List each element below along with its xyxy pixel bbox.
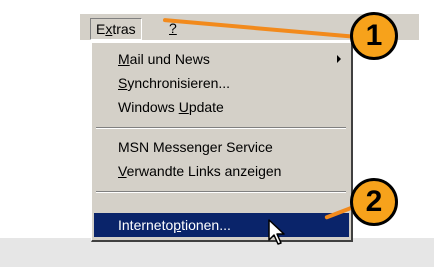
menu-item-label-pre: Windows (118, 99, 179, 115)
menu-item-label-post: ynchronisieren... (127, 75, 231, 91)
menu-item-synchronisieren[interactable]: Synchronisieren... (94, 71, 349, 95)
menu-item-label-post: erwandte Links anzeigen (126, 163, 282, 179)
menu-item-mnemonic: p (173, 217, 182, 233)
menu-item-mail-und-news[interactable]: Mail und News (94, 47, 349, 71)
extras-dropdown-menu: Mail und News Synchronisieren... Windows… (91, 42, 353, 242)
menu-item-verwandte-links[interactable]: Verwandte Links anzeigen (94, 159, 349, 183)
menu-separator (96, 191, 346, 193)
menu-extras[interactable]: Extras (90, 18, 142, 40)
menu-item-label-post: ail und News (129, 51, 210, 67)
menu-item-windows-update[interactable]: Windows Update (94, 95, 349, 119)
background-bottom (0, 238, 434, 267)
callout-badge-1: 1 (350, 12, 398, 60)
menu-item-internetoptionen[interactable]: Internetoptionen... (94, 213, 349, 237)
menu-item-mnemonic: U (178, 99, 189, 115)
menu-item-mnemonic: M (118, 51, 130, 67)
callout-badge-2: 2 (350, 178, 398, 226)
menu-item-mnemonic: S (118, 75, 128, 91)
mouse-pointer-icon (268, 219, 285, 245)
menu-item-msn-messenger[interactable]: MSN Messenger Service (94, 135, 349, 159)
menu-extras-post: tras (112, 21, 136, 37)
menu-item-label-pre: Interneto (118, 217, 174, 233)
menu-item-mnemonic: V (118, 163, 127, 179)
menu-item-label-pre: MSN Messenger Service (118, 139, 273, 155)
menu-item-label-post: pdate (188, 99, 224, 115)
menu-separator (96, 127, 346, 129)
chevron-right-icon (337, 55, 341, 63)
menu-extras-pre: E (96, 21, 106, 37)
screenshot: Extras ? Mail und News Synchronisieren..… (0, 0, 434, 267)
menu-item-label-post: tionen... (181, 217, 231, 233)
